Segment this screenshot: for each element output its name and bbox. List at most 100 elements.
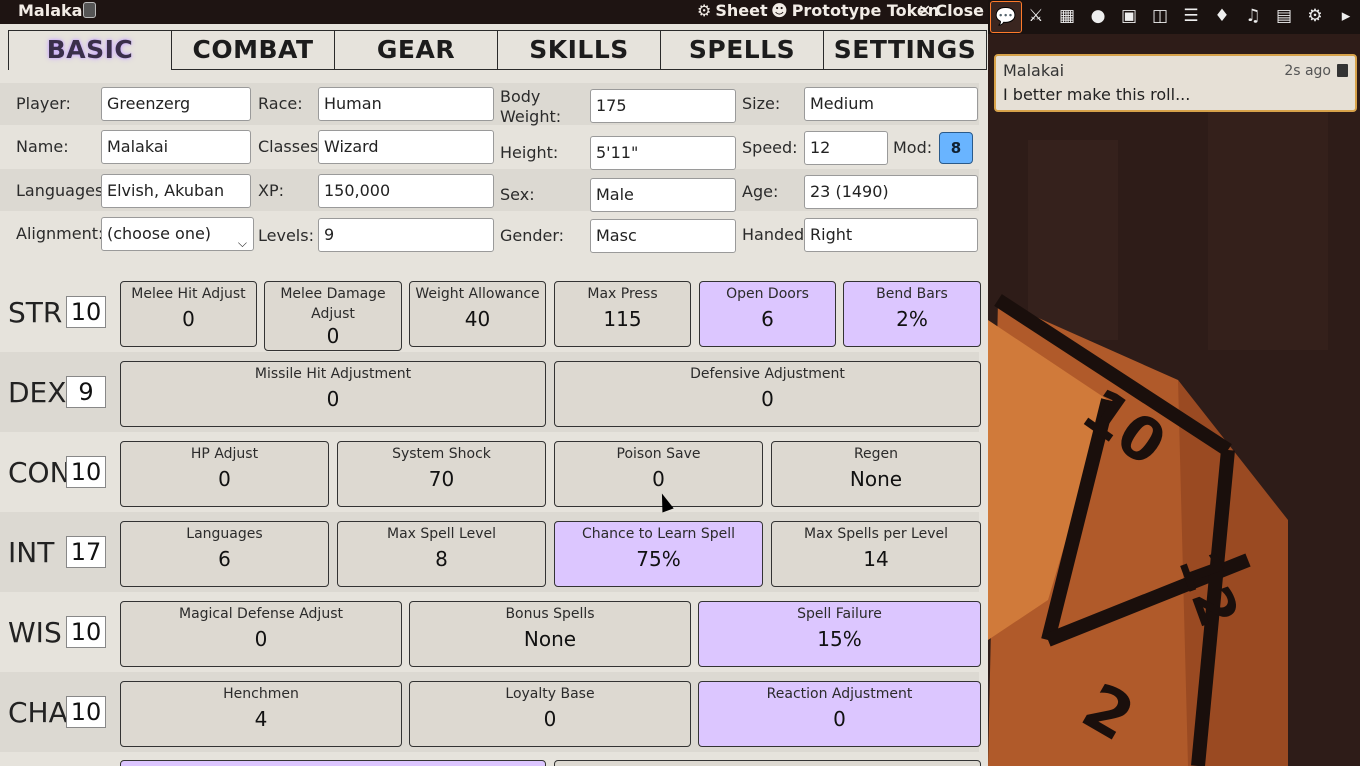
stat-label: Magical Defense Adjust (179, 606, 343, 622)
compendium-icon[interactable]: ▤ (1272, 4, 1296, 28)
tab-basic[interactable]: BASIC (8, 30, 172, 70)
attr-abbr: WIS (8, 616, 62, 649)
window-titlebar: Malakai ⚙ Sheet ☻ Prototype Token ✕ Close (0, 0, 988, 24)
stat-box: Max Spell Level 8 (337, 521, 546, 587)
sheet-button[interactable]: ⚙ Sheet (697, 1, 768, 20)
attr-abbr: INT (8, 536, 55, 569)
player-label: Player: (16, 94, 71, 113)
stat-label: Poison Save (616, 446, 701, 462)
attr-abbr: STR (8, 296, 63, 329)
levels-label: Levels: (258, 226, 314, 245)
stat-value: 75% (636, 547, 681, 571)
stat-value: 15% (817, 627, 862, 651)
attr-score-input[interactable]: 10 (66, 456, 106, 488)
close-button[interactable]: ✕ Close (918, 1, 984, 20)
weight-field[interactable]: 175 (590, 89, 736, 123)
handed-field[interactable]: Right (804, 218, 978, 252)
attr-score-input[interactable]: 10 (66, 296, 106, 328)
scenes-icon[interactable]: ▦ (1055, 4, 1079, 28)
stat-box: System Shock 70 (337, 441, 546, 507)
collapse-icon[interactable]: ▸ (1334, 4, 1358, 28)
stat-value: 2% (896, 307, 928, 331)
cards-icon[interactable]: ♦ (1210, 4, 1234, 28)
levels-field[interactable]: 9 (318, 218, 494, 252)
stat-box: Chance to Learn Spell 75% (554, 521, 763, 587)
stat-value: 70 (428, 467, 455, 491)
attr-score-input[interactable]: 10 (66, 616, 106, 648)
stat-value: 0 (326, 387, 340, 411)
stat-label: Chance to Learn Spell (581, 526, 736, 542)
stat-value: 4 (254, 707, 268, 731)
trash-icon[interactable] (1337, 64, 1348, 77)
sheet-button-label: Sheet (715, 1, 768, 20)
journal-icon[interactable]: ◫ (1148, 4, 1172, 28)
tab-gear[interactable]: GEAR (335, 30, 498, 70)
playlists-icon[interactable]: ♫ (1241, 4, 1265, 28)
stat-label: Max Spells per Level (804, 526, 948, 542)
tab-skills[interactable]: SKILLS (498, 30, 661, 70)
attr-row-cha: CHA 10 Henchmen 4 Loyalty Base 0 Reaction … (0, 672, 981, 752)
stat-label: Max Press (587, 286, 658, 302)
classes-label: Classes: (258, 137, 324, 156)
xp-field[interactable]: 150,000 (318, 174, 494, 208)
attr-abbr: CON (8, 456, 71, 489)
stat-box: Missile Hit Adjustment 0 (120, 361, 546, 427)
actors-icon[interactable]: ● (1086, 4, 1110, 28)
user-circle-icon: ☻ (771, 1, 788, 20)
stat-label: Regen (853, 446, 899, 462)
tables-icon[interactable]: ☰ (1179, 4, 1203, 28)
tab-spells[interactable]: SPELLS (661, 30, 824, 70)
character-sheet-window: Malakai ⚙ Sheet ☻ Prototype Token ✕ Close B… (0, 0, 988, 766)
tab-combat[interactable]: COMBAT (172, 30, 335, 70)
close-icon: ✕ (918, 1, 932, 20)
attr-row-con: CON 10 HP Adjust 0 System Shock 70 Poison … (0, 432, 981, 512)
settings-icon[interactable]: ⚙ (1303, 4, 1327, 28)
stat-box: Open Doors 6 (699, 281, 836, 347)
attr-score-input[interactable]: 17 (66, 536, 106, 568)
stat-label: Loyalty Base (505, 686, 595, 702)
alignment-select[interactable]: (choose one) ⌵ (101, 217, 254, 251)
tab-settings[interactable]: SETTINGS (824, 30, 987, 70)
sidebar-tab-bar: 💬 ⚔ ▦ ● ▣ ◫ ☰ ♦ ♫ ▤ ⚙ ▸ (988, 0, 1360, 34)
gender-label: Gender: (500, 226, 565, 245)
prototype-token-label: Prototype Token (791, 1, 940, 20)
stat-value: 0 (254, 627, 268, 651)
stat-label: Open Doors (726, 286, 809, 302)
weight-label: Body Weight: (500, 87, 562, 126)
stat-value: 0 (182, 307, 195, 331)
attr-score-input[interactable]: 10 (66, 696, 106, 728)
speed-field[interactable]: 12 (804, 131, 888, 165)
stat-label: Spell Failure (797, 606, 882, 622)
classes-field[interactable]: Wizard (318, 130, 494, 164)
stat-value: 6 (761, 307, 774, 331)
attr-row-wis: WIS 10 Magical Defense Adjust 0 Bonus Spe… (0, 592, 981, 672)
race-field[interactable]: Human (318, 87, 494, 121)
sex-field[interactable]: Male (590, 178, 736, 212)
attr-row-dex: DEX 9 Missile Hit Adjustment 0 Defensive … (0, 352, 981, 432)
languages-field[interactable]: Elvish, Akuban (101, 174, 251, 208)
prototype-token-button[interactable]: ☻ Prototype Token (771, 1, 939, 20)
stat-box-partial (120, 760, 546, 766)
stat-label: Defensive Adjustment (690, 366, 845, 382)
chat-message: Malakai 2s ago I better make this roll..… (994, 54, 1357, 112)
alignment-label: Alignment: (16, 224, 104, 243)
player-field[interactable]: Greenzerg (101, 87, 251, 121)
items-icon[interactable]: ▣ (1117, 4, 1141, 28)
combat-icon[interactable]: ⚔ (1024, 4, 1048, 28)
gender-field[interactable]: Masc (590, 219, 736, 253)
attr-score-input[interactable]: 9 (66, 376, 106, 408)
stat-label: Melee Hit Adjust (131, 286, 246, 302)
close-label: Close (935, 1, 984, 20)
chat-icon[interactable]: 💬 (990, 1, 1022, 33)
age-field[interactable]: 23 (1490) (804, 175, 978, 209)
mod-badge[interactable]: 8 (939, 132, 973, 164)
stat-box: Reaction Adjustment 0 (698, 681, 981, 747)
chat-timestamp: 2s ago (1284, 63, 1331, 79)
attr-row-str: STR 10 Melee Hit Adjust 0 Melee Damage Ad… (0, 272, 981, 352)
size-field[interactable]: Medium (804, 87, 978, 121)
canvas-scene: 10 12 2 (988, 0, 1360, 766)
name-field[interactable]: Malakai (101, 130, 251, 164)
height-field[interactable]: 5'11" (590, 136, 736, 170)
stat-box: Henchmen 4 (120, 681, 402, 747)
stat-value: 40 (464, 307, 491, 331)
